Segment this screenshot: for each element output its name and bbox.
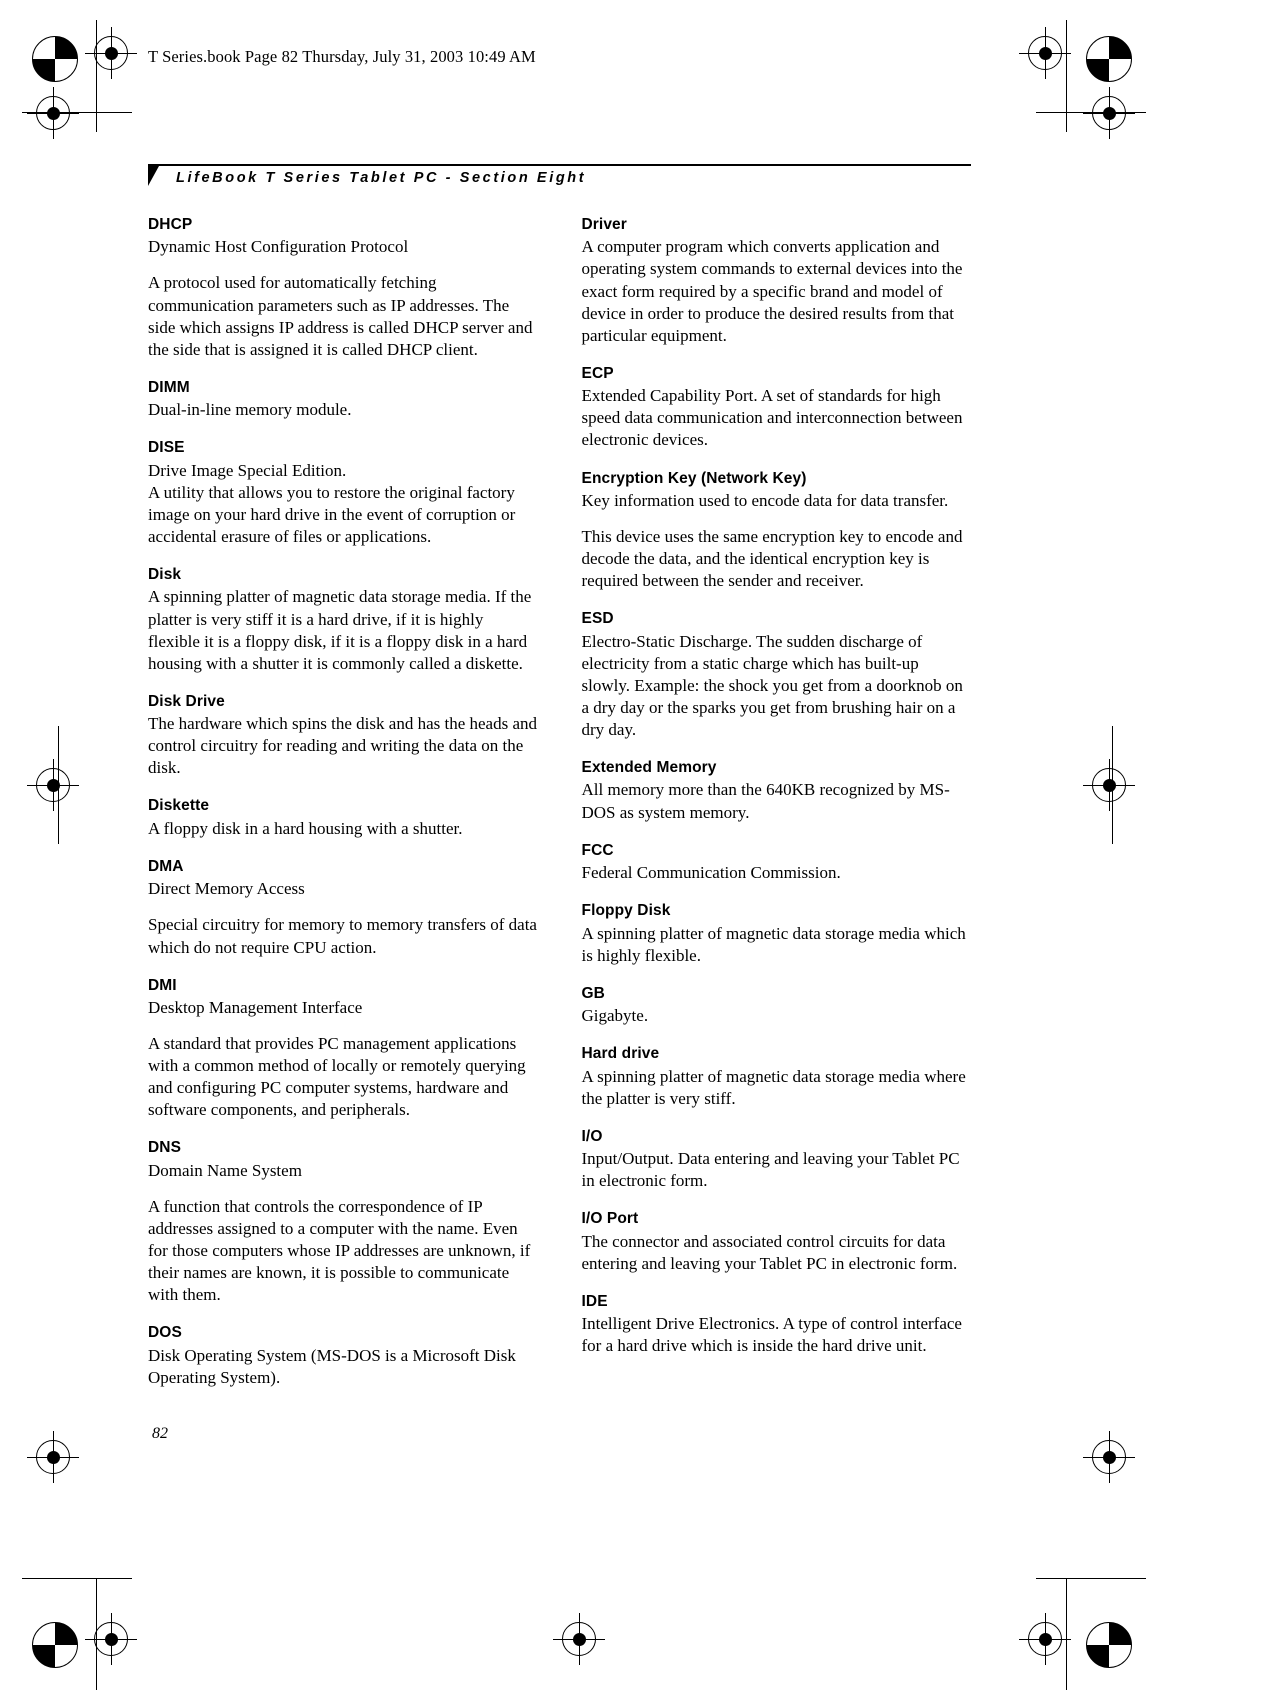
glossary-definition: Electro-Static Discharge. The sudden dis… [581,631,963,739]
glossary-term: DNS [148,1139,182,1157]
glossary-entry: Driver A computer program which converts … [582,215,972,347]
glossary-definition: Desktop Management Interface [148,997,363,1017]
glossary-definition: Direct Memory Access [148,879,305,899]
glossary-definition: Key information used to encode data for … [581,490,949,510]
glossary-definition: Dual-in-line memory module. [148,400,352,420]
glossary-entry: DMI Desktop Management Interface A standar… [148,976,538,1122]
glossary-entry: DISE Drive Image Special Edition. A utilit… [148,438,538,548]
glossary-term: Diskette [148,797,210,815]
glossary-definition: Dynamic Host Configuration Protocol [148,237,409,257]
header-rule [148,164,971,166]
glossary-entry: Disk A spinning platter of magnetic data … [148,565,538,675]
glossary-term: FCC [581,841,614,859]
glossary-entry: FCC Federal Communication Commission. [582,841,972,884]
glossary-entry: I/O Port The connector and associated con… [582,1209,972,1275]
page-number: 82 [152,1425,168,1442]
glossary-term: Hard drive [581,1045,660,1063]
glossary-term: Extended Memory [581,759,717,777]
glossary-definition: A computer program which converts applic… [581,237,963,345]
glossary-term: DOS [148,1324,182,1342]
glossary-term: DHCP [148,216,193,233]
glossary-entry: Extended Memory All memory more than the … [582,758,972,824]
file-info-banner: T Series.book Page 82 Thursday, July 31,… [148,47,536,66]
glossary-term: Disk Drive [148,692,225,710]
glossary-entry: DIMM Dual-in-line memory module. [148,378,538,421]
glossary-definition: A spinning platter of magnetic data stor… [581,923,966,965]
glossary-definition: Input/Output. Data entering and leaving … [581,1149,960,1191]
glossary-definition: The hardware which spins the disk and ha… [148,714,537,778]
glossary-entry: ESD Electro-Static Discharge. The sudden … [582,609,972,741]
glossary-term: IDE [581,1292,608,1310]
glossary-definition: All memory more than the 640KB recognize… [581,780,950,822]
glossary-definition: A floppy disk in a hard housing with a s… [148,818,463,838]
glossary-definition: Intelligent Drive Electronics. A type of… [581,1314,962,1356]
glossary-definition: A spinning platter of magnetic data stor… [148,587,532,673]
glossary-entry: Floppy Disk A spinning platter of magneti… [582,901,972,967]
glossary-term: ECP [581,364,614,382]
glossary-entry: ECP Extended Capability Port. A set of st… [582,364,972,452]
glossary-term: Encryption Key (Network Key) [581,469,807,487]
glossary-definition: The connector and associated control cir… [581,1231,958,1273]
glossary-definition: A protocol used for automatically fetchi… [148,273,533,359]
glossary-definition: This device uses the same encryption key… [581,526,963,591]
glossary-definition: A standard that provides PC management a… [148,1034,526,1120]
glossary-entry: DNS Domain Name System A function that con… [148,1138,538,1306]
glossary-definition: Special circuitry for memory to memory t… [148,915,537,957]
glossary-definition: Drive Image Special Edition. A utility th… [148,460,516,546]
glossary-entry: IDE Intelligent Drive Electronics. A type… [582,1292,972,1358]
glossary-term: Driver [581,216,627,233]
glossary-entry: GB Gigabyte. [582,984,972,1027]
glossary-definition: Disk Operating System (MS-DOS is a Micro… [148,1345,516,1387]
glossary-definition: Gigabyte. [581,1006,649,1026]
glossary-entry: I/O Input/Output. Data entering and leavi… [582,1127,972,1193]
glossary-term: I/O [581,1127,603,1145]
page-header-title: LifeBook T Series Tablet PC - Section Ei… [176,170,587,186]
glossary-definition: A spinning platter of magnetic data stor… [581,1066,966,1108]
glossary-term: DMA [148,857,184,875]
glossary-entry: DMA Direct Memory Access Special circuitry… [148,857,538,959]
glossary-definition: Domain Name System [148,1160,302,1180]
glossary-term: GB [581,984,605,1002]
glossary-term: ESD [581,610,614,628]
glossary-entry: Hard drive A spinning platter of magnetic… [582,1044,972,1110]
glossary-term: Disk [148,566,182,584]
glossary-entry: Diskette A floppy disk in a hard housing … [148,796,538,839]
document-page: T Series.book Page 82 Thursday, July 31,… [0,0,1263,1706]
glossary-columns: DHCP Dynamic Host Configuration Protocol A… [148,215,971,1389]
glossary-definition: A function that controls the corresponde… [148,1196,531,1305]
glossary-term: Floppy Disk [581,902,671,920]
glossary-term: DMI [148,976,177,994]
glossary-definition: Federal Communication Commission. [581,863,841,883]
glossary-column-right: Driver A computer program which converts … [582,215,972,1389]
glossary-column-left: DHCP Dynamic Host Configuration Protocol A… [148,215,538,1389]
glossary-entry: DOS Disk Operating System (MS-DOS is a Mi… [148,1323,538,1389]
glossary-term: I/O Port [581,1210,639,1228]
glossary-entry: Disk Drive The hardware which spins the d… [148,692,538,780]
glossary-definition: Extended Capability Port. A set of stand… [581,386,963,450]
glossary-term: DIMM [148,378,190,396]
glossary-entry: DHCP Dynamic Host Configuration Protocol A… [148,215,538,361]
header-triangle-icon [148,166,159,186]
glossary-term: DISE [148,439,185,457]
glossary-entry: Encryption Key (Network Key) Key informat… [582,469,972,593]
